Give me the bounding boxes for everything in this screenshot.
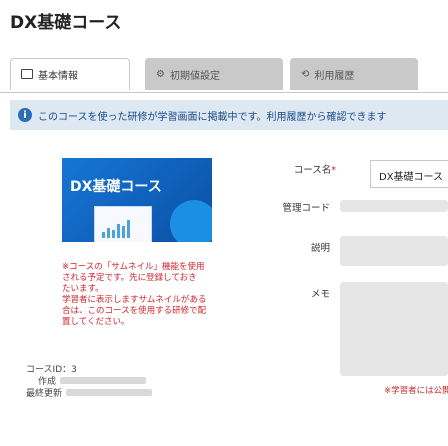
settings-icon: ⚙ — [156, 68, 165, 80]
info-banner: i このコースを使った研修が学習画面に掲載中です。利用履歴から確認できます — [10, 100, 448, 130]
updated-value — [66, 388, 153, 396]
memo-field[interactable] — [340, 282, 448, 376]
updated-label: 最終更新 — [26, 388, 63, 399]
thumbnail-decoration — [170, 200, 212, 242]
course-name-field[interactable]: DX基礎コース — [370, 160, 448, 188]
thumbnail-title: DX基礎コース — [70, 179, 162, 195]
tab-usage-history-label: 利用履歴 — [314, 70, 355, 82]
info-icon: i — [18, 108, 32, 122]
tab-initial-settings-label: 初期値設定 — [169, 70, 220, 82]
memo-label: メモ — [310, 289, 330, 300]
description-label: 説明 — [310, 243, 330, 254]
info-banner-text: このコースを使った研修が学習画面に掲載中です。利用履歴から確認できます — [38, 111, 387, 123]
page-title: DX基礎コース — [10, 13, 122, 33]
management-code-field[interactable] — [340, 200, 448, 212]
management-code-label: 管理コード — [282, 203, 330, 214]
bar-illustration-icon — [102, 218, 142, 238]
tab-basic-info-label: 基本情報 — [38, 70, 78, 82]
tab-divider — [0, 92, 448, 93]
tab-initial-settings[interactable]: ⚙ 初期値設定 — [145, 58, 283, 90]
course-name-label: コース名* — [293, 165, 336, 176]
created-value — [60, 376, 147, 384]
thumbnail-note: ※コースの「サムネイル」機能を使用 される予定です。先に登録しておき たいます。… — [62, 262, 207, 327]
tab-usage-history[interactable]: ⟲ 利用履歴 — [290, 58, 418, 90]
description-field[interactable] — [340, 236, 448, 266]
course-meta: コースID：3 作成 最終更新 — [26, 362, 153, 399]
tab-bar: 基本情報 ⚙ 初期値設定 ⟲ 利用履歴 — [10, 58, 448, 92]
required-mark: * — [331, 165, 336, 176]
history-icon: ⟲ — [301, 68, 310, 80]
info-card-icon — [21, 69, 33, 79]
memo-hint: ※学習者には公開されません — [384, 386, 448, 396]
tab-basic-info[interactable]: 基本情報 — [10, 58, 130, 90]
course-thumbnail[interactable]: DX基礎コース — [62, 158, 212, 242]
